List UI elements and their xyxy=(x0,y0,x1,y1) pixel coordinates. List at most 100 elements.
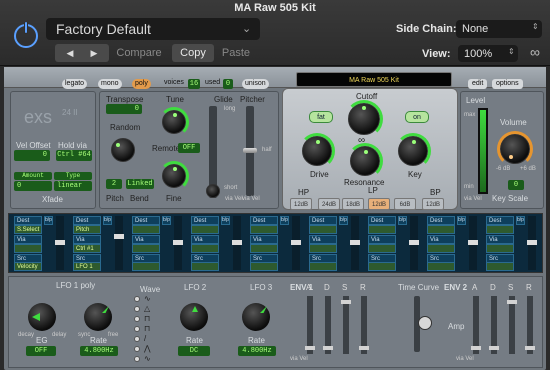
lfo1-rate-value[interactable]: 4.800Hz xyxy=(80,346,118,356)
fine-knob[interactable] xyxy=(159,161,189,191)
matrix-slider-cap[interactable] xyxy=(409,240,419,245)
glide-knob[interactable] xyxy=(206,184,220,198)
matrix-dest-label[interactable]: Dest xyxy=(14,216,42,225)
matrix-bypass-button[interactable]: b/p xyxy=(280,216,289,225)
compare-button[interactable]: Compare xyxy=(112,44,166,62)
matrix-dest-value[interactable] xyxy=(486,225,514,234)
matrix-slider-cap[interactable] xyxy=(350,240,360,245)
env2-slider-cap[interactable] xyxy=(489,346,499,350)
filter-slope-5[interactable]: 12dB xyxy=(422,198,444,210)
tune-knob[interactable] xyxy=(159,107,189,137)
lfo3-rate-knob[interactable] xyxy=(242,303,270,331)
matrix-via-label[interactable]: Via xyxy=(250,235,278,244)
matrix-via-value[interactable] xyxy=(132,244,160,253)
filter-slope-3[interactable]: 12dB xyxy=(368,198,390,210)
env1-slider-cap[interactable] xyxy=(323,346,333,350)
matrix-src-value[interactable] xyxy=(309,262,337,271)
wave-select-button[interactable] xyxy=(134,346,140,352)
matrix-dest-value[interactable] xyxy=(309,225,337,234)
matrix-dest-label[interactable]: Dest xyxy=(486,216,514,225)
matrix-slider-cap[interactable] xyxy=(527,240,537,245)
wave-select-button[interactable] xyxy=(134,336,140,342)
env1-slider-cap[interactable] xyxy=(305,346,315,350)
hold-via-value[interactable]: Ctrl #64 xyxy=(56,150,92,161)
matrix-via-label[interactable]: Via xyxy=(191,235,219,244)
filter-slope-1[interactable]: 24dB xyxy=(318,198,340,210)
paste-button[interactable]: Paste xyxy=(216,44,256,62)
key-knob[interactable] xyxy=(395,133,431,169)
matrix-bypass-button[interactable]: b/p xyxy=(457,216,466,225)
env1-s-slider[interactable] xyxy=(343,296,349,354)
matrix-src-value[interactable] xyxy=(132,262,160,271)
pitcher-slider-cap[interactable] xyxy=(243,148,257,153)
bend-range[interactable]: 2 xyxy=(106,179,122,189)
transpose-value[interactable]: 0 xyxy=(106,104,142,114)
wave-select-button[interactable] xyxy=(134,316,140,322)
matrix-via-label[interactable]: Via xyxy=(73,235,101,244)
lfo1-eg-knob[interactable] xyxy=(28,303,56,331)
matrix-via-value[interactable] xyxy=(368,244,396,253)
env1-slider-cap[interactable] xyxy=(359,346,369,350)
matrix-bypass-button[interactable]: b/p xyxy=(162,216,171,225)
drive-knob[interactable] xyxy=(299,133,335,169)
matrix-via-value[interactable] xyxy=(427,244,455,253)
lfo1-eg-value[interactable]: OFF xyxy=(26,346,56,356)
side-chain-select[interactable]: None xyxy=(456,20,542,38)
matrix-dest-value[interactable] xyxy=(132,225,160,234)
matrix-src-value[interactable]: Velocity xyxy=(14,262,42,271)
bend-mode[interactable]: Linked xyxy=(126,179,154,189)
matrix-via-value[interactable] xyxy=(309,244,337,253)
lfo2-rate-value[interactable]: DC xyxy=(178,346,210,356)
matrix-via-value[interactable] xyxy=(14,244,42,253)
matrix-slider-cap[interactable] xyxy=(173,240,183,245)
poly-button[interactable]: poly xyxy=(132,79,151,89)
matrix-src-value[interactable]: LFO 1 xyxy=(73,262,101,271)
matrix-dest-label[interactable]: Dest xyxy=(309,216,337,225)
matrix-dest-value[interactable] xyxy=(250,225,278,234)
matrix-src-value[interactable] xyxy=(191,262,219,271)
env2-slider-cap[interactable] xyxy=(525,346,535,350)
edit-button[interactable]: edit xyxy=(468,79,488,89)
options-button[interactable]: options xyxy=(492,79,523,89)
legato-button[interactable]: legato xyxy=(62,79,88,89)
volume-knob[interactable] xyxy=(497,131,533,167)
matrix-bypass-button[interactable]: b/p xyxy=(103,216,112,225)
matrix-dest-value[interactable]: Pitch xyxy=(73,225,101,234)
matrix-dest-label[interactable]: Dest xyxy=(250,216,278,225)
lfo1-rate-knob[interactable] xyxy=(84,303,112,331)
matrix-via-value[interactable] xyxy=(486,244,514,253)
wave-select-button[interactable] xyxy=(134,326,140,332)
copy-button[interactable]: Copy xyxy=(172,44,214,62)
lfo3-rate-value[interactable]: 4.800Hz xyxy=(238,346,276,356)
env1-slider-cap[interactable] xyxy=(341,300,351,304)
matrix-slider-cap[interactable] xyxy=(232,240,242,245)
matrix-dest-value[interactable] xyxy=(427,225,455,234)
filter-on-button[interactable]: on xyxy=(405,111,429,123)
time-curve-knob[interactable] xyxy=(418,316,432,330)
filter-slope-4[interactable]: 6dB xyxy=(394,198,416,210)
matrix-via-label[interactable]: Via xyxy=(14,235,42,244)
matrix-dest-value[interactable] xyxy=(191,225,219,234)
link-icon[interactable]: ∞ xyxy=(530,44,540,60)
xfade-type[interactable]: linear xyxy=(54,181,92,191)
matrix-slider-cap[interactable] xyxy=(291,240,301,245)
matrix-dest-label[interactable]: Dest xyxy=(73,216,101,225)
matrix-src-value[interactable] xyxy=(368,262,396,271)
vel-offset-value[interactable]: 0 xyxy=(14,150,50,161)
power-icon[interactable] xyxy=(14,22,38,48)
matrix-bypass-button[interactable]: b/p xyxy=(44,216,53,225)
random-knob[interactable] xyxy=(111,138,135,162)
env2-slider-cap[interactable] xyxy=(507,300,517,304)
matrix-slider-cap[interactable] xyxy=(114,234,124,239)
matrix-dest-value[interactable] xyxy=(368,225,396,234)
fat-button[interactable]: fat xyxy=(309,111,333,123)
matrix-bypass-button[interactable]: b/p xyxy=(398,216,407,225)
matrix-via-label[interactable]: Via xyxy=(368,235,396,244)
unison-button[interactable]: unison xyxy=(242,79,269,89)
wave-select-button[interactable] xyxy=(134,296,140,302)
env2-s-slider[interactable] xyxy=(509,296,515,354)
matrix-slider-cap[interactable] xyxy=(468,240,478,245)
matrix-via-label[interactable]: Via xyxy=(309,235,337,244)
matrix-slider-cap[interactable] xyxy=(55,240,65,245)
matrix-bypass-button[interactable]: b/p xyxy=(516,216,525,225)
